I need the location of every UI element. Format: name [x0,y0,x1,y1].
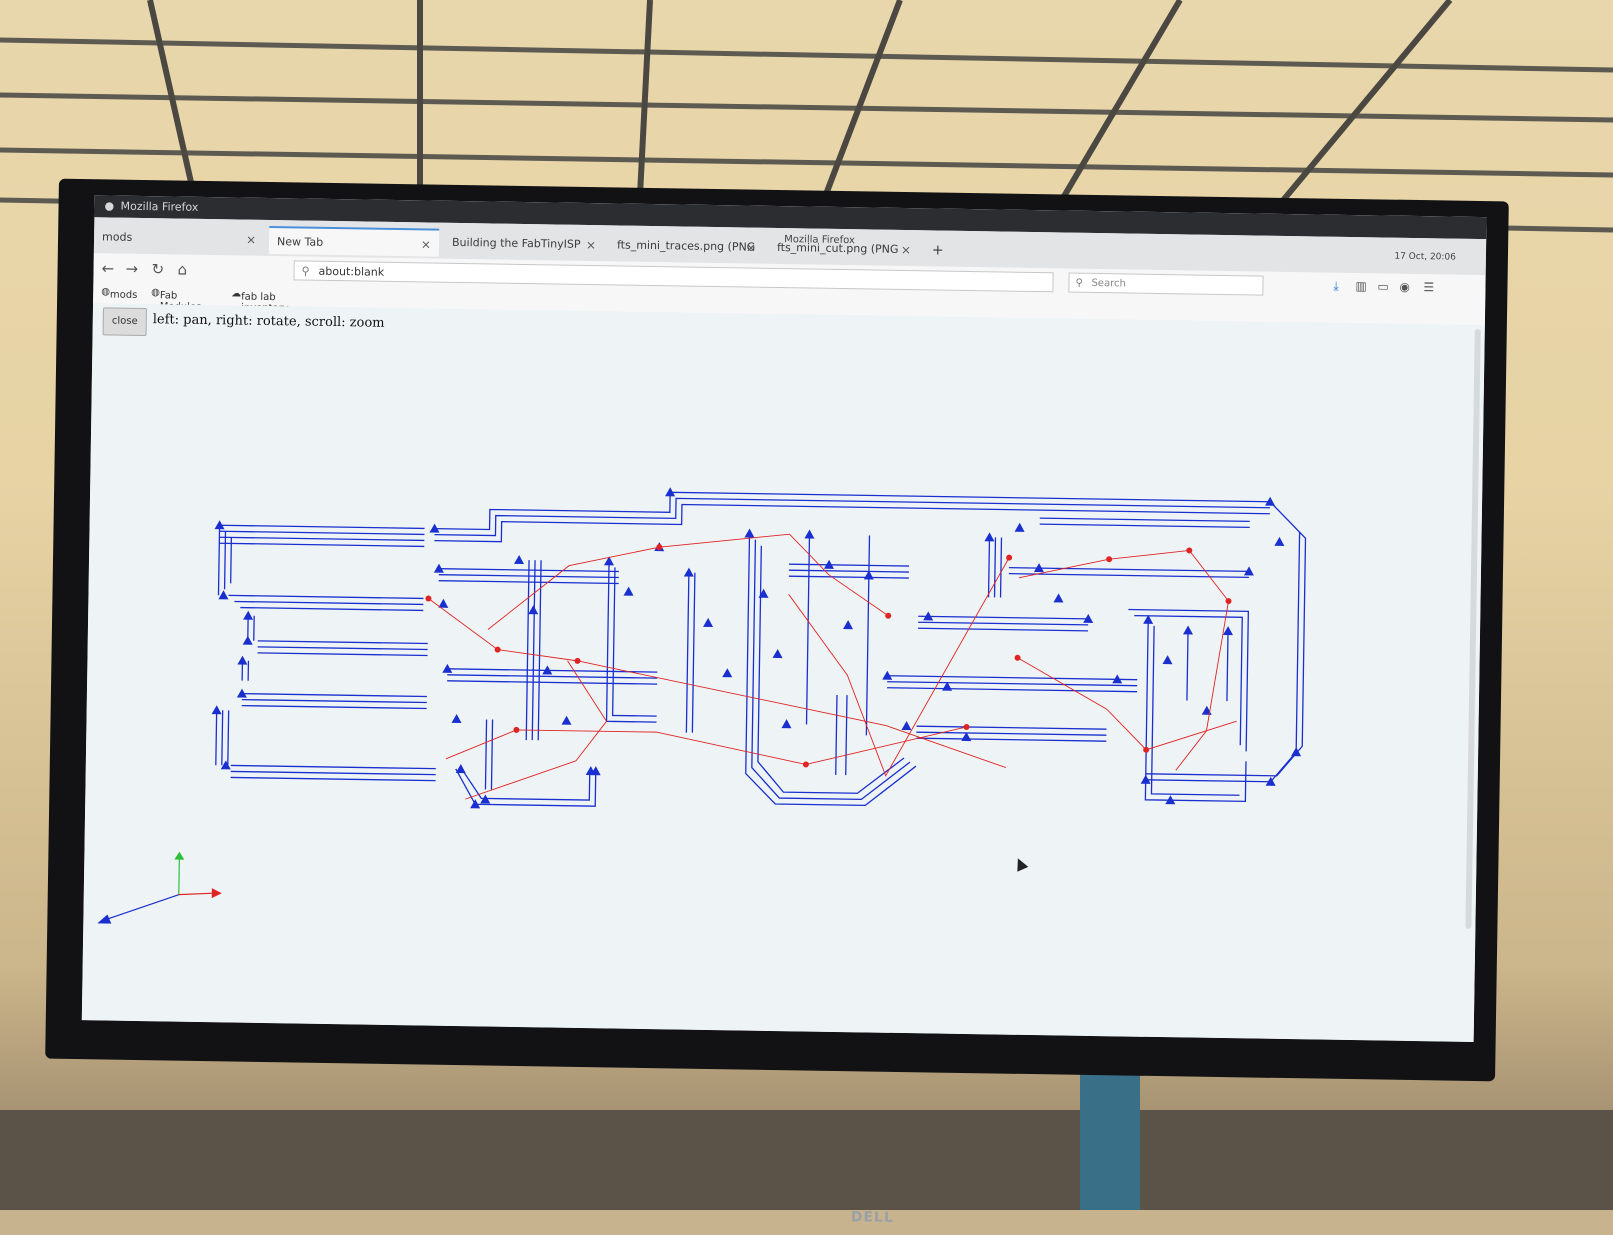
system-clock: 17 Oct, 20:06 [1394,251,1457,263]
toolpath-arrow-mark [1053,593,1064,603]
toolpath-arrow-mark [528,605,539,615]
toolpath-arrow-mark [211,705,222,715]
sidebar-icon[interactable]: ▭ [1377,279,1389,293]
reload-icon[interactable]: ↻ [151,260,164,278]
bookmark-mods[interactable]: ◍ mods [101,286,137,301]
toolpath-arrows [211,487,1302,809]
monitor-brand-logo: DELL [850,1209,894,1226]
toolpath-arrow-mark [744,528,755,538]
toolpath-arrow-mark [683,567,694,577]
toolpath-arrow-mark [451,713,462,724]
viewer-hint: left: pan, right: rotate, scroll: zoom [152,312,385,331]
toolpath-arrow-mark [455,764,466,774]
toolpath-arrow-mark [722,668,733,678]
x-axis-arrow [211,888,222,899]
toolpath-arrow-mark [843,620,854,630]
z-axis-line [103,894,179,922]
toolpath-arrow-mark [772,649,783,659]
tab-new-tab[interactable]: New Tab × [268,225,440,258]
toolpath-arrow-mark [243,610,254,620]
close-tab-icon[interactable]: × [246,226,257,254]
toolpath-arrow-mark [1182,625,1193,635]
toolpath-arrow-mark [514,554,525,565]
toolpath-arrow-mark [1162,655,1173,665]
bookmark-fab-modules[interactable]: ◍ Fab Modules [151,287,201,313]
tab-mods[interactable]: mods × [94,223,264,254]
close-button[interactable]: close [102,307,147,337]
menu-icon[interactable]: ☰ [1423,280,1434,294]
toolpath-arrow-mark [1014,522,1025,532]
tab-traces-png[interactable]: fts_mini_traces.png (PNG Image × [609,231,764,280]
toolpath-viewer[interactable]: close left: pan, right: rotate, scroll: … [81,303,1485,1042]
close-tab-icon[interactable]: × [586,231,597,259]
tab-building-fabtinyisp[interactable]: Building the FabTinyISP × [444,229,604,260]
toolpath-arrow-mark [237,655,248,665]
rapid-move-point [1014,654,1021,661]
tab-label: Building the FabTinyISP [451,235,581,251]
toolpath-arrow-mark [781,719,792,729]
toolpath-arrow-mark [561,715,572,725]
toolpath-arrow-mark [901,721,912,731]
firefox-icon: ● [104,199,115,213]
search-icon: ⚲ [1075,277,1083,289]
toolpath-arrow-mark [984,532,995,542]
bookmark-fab-lab-inventory[interactable]: ☁ fab lab inventory [231,288,289,314]
mouse-cursor-icon [1012,855,1029,872]
new-tab-button[interactable]: + [924,236,948,264]
toolpath-arrow-mark [804,529,815,539]
close-tab-icon[interactable]: × [901,236,912,264]
window-title: Mozilla Firefox [784,234,855,247]
home-icon[interactable]: ⌂ [177,261,187,279]
y-axis-arrow [174,851,185,860]
tab-label: mods [101,230,133,244]
toolpath-arrow-mark [218,590,229,600]
screen: ● Mozilla Firefox mods × New Tab × Build… [81,195,1487,1042]
search-box[interactable]: ⚲ Search [1068,272,1264,296]
pcb-toolpath[interactable] [185,465,1311,843]
account-icon[interactable]: ◉ [1399,280,1410,294]
close-tab-icon[interactable]: × [421,230,432,258]
toolpath-arrow-mark [623,586,634,596]
downloads-icon[interactable]: ⤓ [1333,279,1339,294]
axis-gizmo [97,851,222,924]
z-axis-arrow [97,914,112,924]
toolpath-arrow-mark [1274,536,1285,546]
search-icon: ⚲ [301,264,310,278]
desk [0,1110,1613,1210]
toolpath-arrow-mark [242,635,253,645]
milling-traces [215,491,1307,807]
back-icon[interactable]: ← [101,259,114,277]
x-axis-line [178,892,214,896]
y-axis-line [178,857,180,895]
monitor: ● Mozilla Firefox mods × New Tab × Build… [45,178,1509,1226]
forward-icon[interactable]: → [125,260,138,278]
os-app-title: Mozilla Firefox [120,199,199,214]
toolpath-arrow-mark [703,617,714,627]
tab-label: New Tab [276,235,324,249]
library-icon[interactable]: ▥ [1355,279,1367,293]
close-tab-icon[interactable]: × [746,233,757,261]
address-value: about:blank [318,264,385,279]
search-placeholder: Search [1091,277,1126,290]
